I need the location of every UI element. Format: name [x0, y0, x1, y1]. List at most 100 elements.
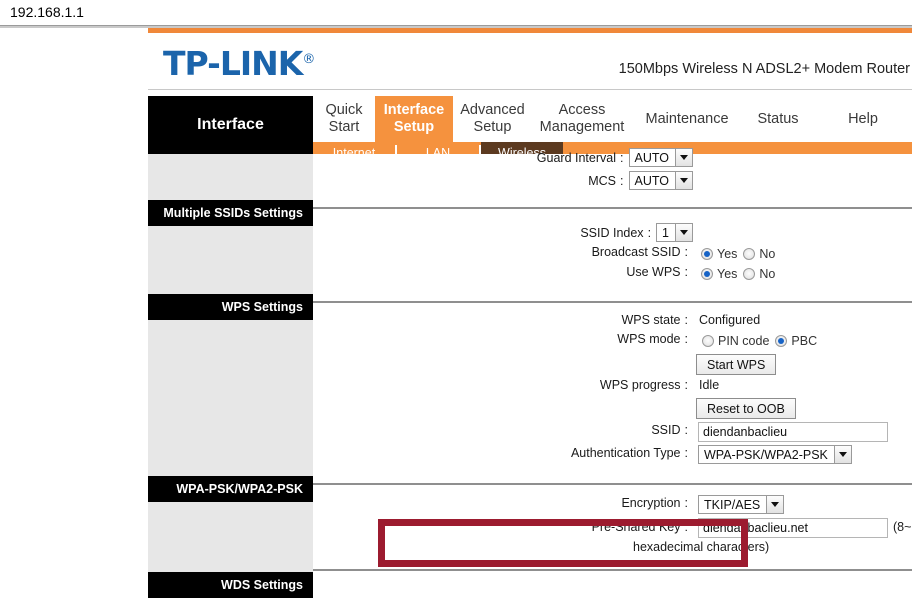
auth-type-value: WPA-PSK/WPA2-PSK	[704, 447, 828, 462]
tab-status[interactable]: Status	[742, 96, 814, 142]
encryption-colon: :	[684, 496, 688, 510]
broadcast-ssid-radio-no[interactable]: No	[743, 247, 775, 261]
radio-icon	[775, 335, 788, 347]
row-wps-progress: WPS progress :	[313, 378, 693, 392]
divider-wpa-psk	[313, 483, 912, 485]
encryption-select[interactable]: TKIP/AES	[698, 495, 785, 514]
wps-mode-colon: :	[684, 332, 688, 346]
row-ssid: SSID :	[313, 423, 693, 437]
wps-progress-label: WPS progress	[599, 378, 681, 392]
wps-mode-radio-pbc[interactable]: PBC	[775, 334, 817, 348]
ssid-input[interactable]: diendanbaclieu	[698, 422, 888, 442]
wps-mode-radio-label: PBC	[791, 334, 818, 348]
guard-interval-value: AUTO	[634, 150, 670, 165]
wps-state-label: WPS state	[621, 313, 681, 327]
screenshot-root: 192.168.1.1 TP-LINK® 150Mbps Wireless N …	[0, 0, 912, 598]
section-label-column: Multiple SSIDs Settings WPS Settings WPA…	[148, 154, 313, 598]
ssid-colon: :	[684, 423, 688, 437]
radio-icon	[702, 335, 714, 347]
mcs-value: AUTO	[634, 173, 670, 188]
use-wps-radio-yes[interactable]: Yes	[701, 267, 737, 281]
radio-icon	[701, 248, 713, 260]
use-wps-colon: :	[684, 265, 688, 279]
row-wps-mode: WPS mode :	[313, 332, 693, 346]
chevron-down-icon	[675, 149, 692, 166]
interface-panel-title: Interface	[148, 96, 313, 154]
wps-progress-colon: :	[684, 378, 688, 392]
pre-shared-key-hint-line1: (8~63 ASCII characters or 64	[893, 520, 912, 534]
tplink-logo: TP-LINK®	[163, 44, 315, 83]
row-pre-shared-key: Pre-Shared Key :	[313, 520, 693, 534]
use-wps-radio-group: Yes No	[701, 265, 781, 283]
registered-mark-icon: ®	[302, 52, 315, 67]
row-ssid-index: SSID Index : 1	[313, 223, 693, 242]
divider-wps	[313, 301, 912, 303]
start-wps-button[interactable]: Start WPS	[696, 354, 777, 375]
divider-multiple-ssids	[313, 207, 912, 209]
tab-quick-start[interactable]: Quick Start	[313, 96, 375, 142]
tab-interface-setup[interactable]: Interface Setup	[375, 96, 453, 142]
tab-maintenance[interactable]: Maintenance	[632, 96, 742, 142]
row-use-wps: Use WPS :	[313, 265, 693, 279]
page-content: Multiple SSIDs Settings WPS Settings WPA…	[148, 148, 912, 598]
use-wps-radio-no[interactable]: No	[743, 267, 775, 281]
use-wps-radio-label: No	[759, 267, 776, 281]
pre-shared-key-input[interactable]: diendanbaclieu.net	[698, 518, 888, 538]
url-text: 192.168.1.1	[10, 4, 84, 20]
wps-mode-radio-pin-code[interactable]: PIN code	[702, 334, 769, 348]
broadcast-ssid-label: Broadcast SSID	[591, 245, 681, 259]
section-label-wps: WPS Settings	[148, 294, 313, 320]
radio-icon	[743, 268, 756, 280]
wps-progress-value: Idle	[699, 378, 720, 392]
guard-interval-select[interactable]: AUTO	[628, 148, 693, 167]
row-wps-state: WPS state :	[313, 313, 693, 327]
section-label-wpa-psk: WPA-PSK/WPA2-PSK	[148, 476, 313, 502]
mcs-colon: :	[620, 173, 624, 188]
row-encryption: Encryption :	[313, 496, 693, 510]
pre-shared-key-hint-line2: hexadecimal characters)	[633, 540, 770, 554]
model-name: 150Mbps Wireless N ADSL2+ Modem Router	[618, 61, 910, 77]
broadcast-ssid-radio-label: No	[759, 247, 776, 261]
encryption-value: TKIP/AES	[704, 497, 761, 512]
radio-icon	[701, 268, 713, 280]
ssid-index-label: SSID Index	[580, 225, 644, 240]
broadcast-ssid-radio-label: Yes	[717, 247, 738, 261]
chevron-down-icon	[675, 172, 692, 189]
radio-icon	[743, 248, 756, 260]
chevron-down-icon	[833, 446, 851, 463]
mcs-label: MCS	[588, 173, 617, 188]
auth-type-label: Authentication Type	[570, 446, 681, 460]
ssid-label: SSID	[651, 423, 681, 437]
row-mcs: MCS : AUTO	[313, 171, 693, 190]
settings-form: Guard Interval : AUTO MCS : AUTO SSID In…	[313, 148, 912, 598]
ssid-index-colon: :	[647, 225, 652, 240]
encryption-label: Encryption	[621, 496, 681, 510]
main-nav-tabs: Quick Start Interface Setup Advanced Setup…	[313, 96, 912, 142]
wps-mode-radio-label: PIN code	[718, 334, 770, 348]
tab-access-management[interactable]: Access Management	[532, 96, 632, 142]
divider-wds	[313, 569, 912, 571]
broadcast-ssid-radio-yes[interactable]: Yes	[701, 247, 737, 261]
auth-type-select[interactable]: WPA-PSK/WPA2-PSK	[698, 445, 852, 464]
guard-interval-label: Guard Interval	[536, 150, 617, 165]
use-wps-label: Use WPS	[626, 265, 681, 279]
logo-wordmark: TP-LINK	[163, 44, 303, 83]
brand-banner: TP-LINK® 150Mbps Wireless N ADSL2+ Modem…	[148, 33, 912, 90]
tab-advanced-setup[interactable]: Advanced Setup	[453, 96, 532, 142]
section-label-wds: WDS Settings	[148, 572, 313, 598]
ssid-index-select[interactable]: 1	[656, 223, 693, 242]
chevron-down-icon	[766, 496, 784, 513]
pre-shared-key-colon: :	[684, 520, 688, 534]
guard-interval-colon: :	[620, 150, 624, 165]
row-auth-type: Authentication Type :	[313, 446, 693, 460]
row-broadcast-ssid: Broadcast SSID :	[313, 245, 693, 259]
tab-help[interactable]: Help	[814, 96, 912, 142]
browser-url-bar[interactable]: 192.168.1.1	[0, 0, 912, 25]
navigation-bar: Interface Quick Start Interface Setup Adva…	[148, 96, 912, 164]
wps-state-value: Configured	[699, 313, 761, 327]
auth-type-colon: :	[684, 446, 688, 460]
mcs-select[interactable]: AUTO	[628, 171, 693, 190]
reset-to-oob-button[interactable]: Reset to OOB	[696, 398, 796, 419]
ssid-index-value: 1	[662, 225, 669, 240]
row-guard-interval: Guard Interval : AUTO	[313, 148, 693, 167]
